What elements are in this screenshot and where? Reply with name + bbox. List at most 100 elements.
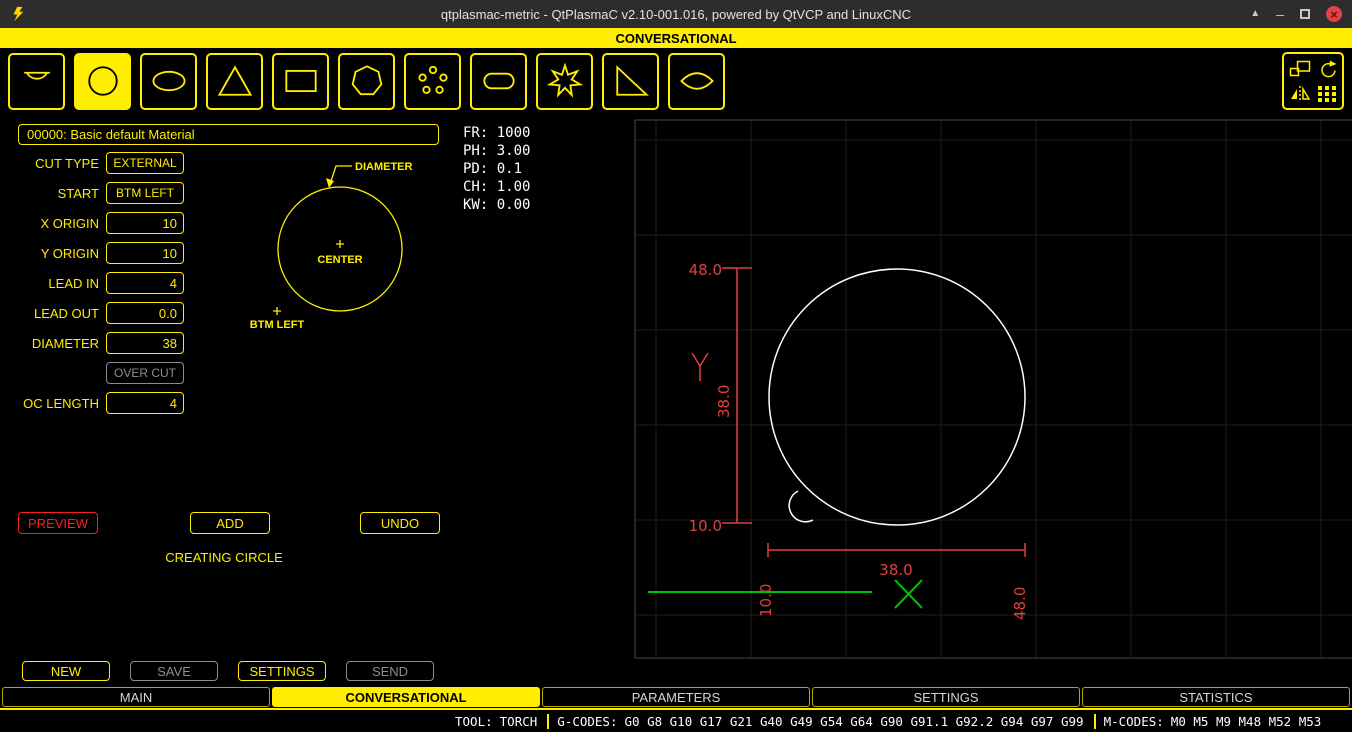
circle-icon	[81, 59, 125, 103]
oc-length-label: OC LENGTH	[0, 396, 99, 411]
origin-cross-icon	[895, 580, 922, 608]
tab-settings[interactable]: SETTINGS	[812, 687, 1080, 707]
x-origin-input[interactable]	[106, 212, 184, 234]
app-icon	[10, 6, 26, 22]
diagram-center-label: CENTER	[317, 254, 362, 266]
diameter-input[interactable]	[106, 332, 184, 354]
minimize-icon[interactable]: –	[1276, 7, 1284, 21]
axis-markers	[648, 580, 922, 608]
tab-conversational[interactable]: CONVERSATIONAL	[272, 687, 540, 707]
tool-rectangle-button[interactable]	[272, 53, 329, 110]
conversational-banner: CONVERSATIONAL	[0, 28, 1352, 48]
shade-icon[interactable]: ▲	[1250, 9, 1260, 19]
diameter-row: DIAMETER	[0, 332, 184, 354]
y-origin-row: Y ORIGIN	[0, 242, 184, 264]
sector-icon	[675, 59, 719, 103]
cut-type-label: CUT TYPE	[0, 156, 99, 171]
triangle-icon	[213, 59, 257, 103]
tab-statistics[interactable]: STATISTICS	[1082, 687, 1350, 707]
shape-toolbar	[0, 48, 1352, 114]
x-origin-label: X ORIGIN	[0, 216, 99, 231]
cut-type-button[interactable]: EXTERNAL	[106, 152, 184, 174]
tool-value: TORCH	[500, 714, 538, 729]
mcodes-label: M-CODES:	[1104, 714, 1164, 729]
over-cut-button[interactable]: OVER CUT	[106, 362, 184, 384]
close-icon[interactable]: ×	[1326, 6, 1342, 22]
add-button[interactable]: ADD	[190, 512, 270, 534]
tool-triangle-button[interactable]	[206, 53, 263, 110]
restore-icon[interactable]	[1300, 9, 1310, 19]
tool-star-button[interactable]	[536, 53, 593, 110]
dimension-labels: 48.0 10.0 38.0 38.0 10.0 48.0	[689, 261, 1029, 620]
lead-out-input[interactable]	[106, 302, 184, 324]
dim-origin-y-label: 10.0	[689, 517, 722, 535]
dim-side-label: 38.0	[715, 385, 733, 418]
star-icon	[543, 59, 587, 103]
grid-lines	[635, 120, 1352, 658]
tab-parameters[interactable]: PARAMETERS	[542, 687, 810, 707]
statusbar-divider	[1094, 714, 1096, 729]
oc-length-input[interactable]	[106, 392, 184, 414]
lead-out-label: LEAD OUT	[0, 306, 99, 321]
start-label: START	[0, 186, 99, 201]
conversational-panel: 00000: Basic default Material CUT TYPE E…	[0, 114, 455, 686]
tool-label: TOOL:	[455, 714, 493, 729]
lead-in-arc	[789, 491, 813, 522]
diagram-btm-left-label: BTM LEFT	[250, 319, 305, 331]
start-row: START BTM LEFT	[0, 182, 184, 204]
x-origin-row: X ORIGIN	[0, 212, 184, 234]
preview-canvas[interactable]: FR: 1000 PH: 3.00 PD: 0.1 CH: 1.00 KW: 0…	[455, 114, 1352, 686]
settings-button[interactable]: SETTINGS	[238, 661, 326, 681]
tool-gusset-button[interactable]	[602, 53, 659, 110]
diameter-label: DIAMETER	[0, 336, 99, 351]
gcodes-value: G0 G8 G10 G17 G21 G40 G49 G54 G64 G90 G9…	[625, 714, 1084, 729]
dim-extent-label: 48.0	[1011, 587, 1029, 620]
tool-sector-button[interactable]	[668, 53, 725, 110]
tool-ellipse-button[interactable]	[140, 53, 197, 110]
y-origin-label: Y ORIGIN	[0, 246, 99, 261]
array-icon[interactable]	[1316, 85, 1338, 103]
lead-in-label: LEAD IN	[0, 276, 99, 291]
mirror-icon[interactable]	[1289, 85, 1311, 103]
oc-length-row: OC LENGTH	[0, 392, 184, 414]
polygon-icon	[345, 59, 389, 103]
y-origin-input[interactable]	[106, 242, 184, 264]
send-button[interactable]: SEND	[346, 661, 434, 681]
rotate-icon[interactable]	[1316, 60, 1338, 78]
shape-diagram: DIAMETER CENTER BTM LEFT	[248, 150, 448, 340]
lead-in-input[interactable]	[106, 272, 184, 294]
diagram-diameter-label: DIAMETER	[355, 161, 413, 173]
window-title: qtplasmac-metric - QtPlasmaC v2.10-001.0…	[0, 7, 1352, 22]
slot-icon	[477, 59, 521, 103]
material-select[interactable]: 00000: Basic default Material	[18, 124, 439, 145]
dim-origin-x-label: 10.0	[757, 584, 775, 617]
dimension-lines	[692, 268, 1025, 557]
save-button[interactable]: SAVE	[130, 661, 218, 681]
preview-button[interactable]: PREVIEW	[18, 512, 98, 534]
tool-bolt-circle-button[interactable]	[404, 53, 461, 110]
undo-button[interactable]: UNDO	[360, 512, 440, 534]
gcodes-label: G-CODES:	[557, 714, 617, 729]
tool-line-button[interactable]	[8, 53, 65, 110]
gusset-icon	[609, 59, 653, 103]
dim-height-label: 48.0	[689, 261, 722, 279]
scale-icon[interactable]	[1289, 60, 1311, 78]
diameter-arrow-icon	[326, 178, 334, 188]
preview-plot: 48.0 10.0 38.0 38.0 10.0 48.0	[455, 114, 1352, 686]
creating-status-text: CREATING CIRCLE	[0, 550, 448, 565]
cut-type-row: CUT TYPE EXTERNAL	[0, 152, 184, 174]
ellipse-icon	[147, 59, 191, 103]
mcodes-value: M0 M5 M9 M48 M52 M53	[1171, 714, 1322, 729]
start-button[interactable]: BTM LEFT	[106, 182, 184, 204]
tool-circle-button[interactable]	[74, 53, 131, 110]
dim-width-label: 38.0	[879, 561, 912, 579]
tool-polygon-button[interactable]	[338, 53, 395, 110]
lead-out-row: LEAD OUT	[0, 302, 184, 324]
titlebar: qtplasmac-metric - QtPlasmaC v2.10-001.0…	[0, 0, 1352, 28]
statusbar: TOOL: TORCH G-CODES: G0 G8 G10 G17 G21 G…	[0, 708, 1352, 732]
tool-slot-button[interactable]	[470, 53, 527, 110]
lead-in-row: LEAD IN	[0, 272, 184, 294]
new-button[interactable]: NEW	[22, 661, 110, 681]
tab-main[interactable]: MAIN	[2, 687, 270, 707]
part-path	[769, 269, 1025, 525]
